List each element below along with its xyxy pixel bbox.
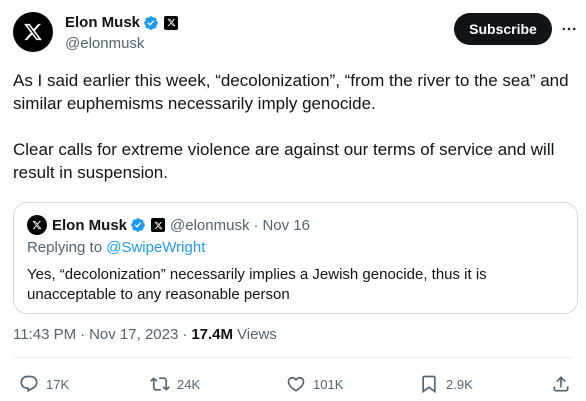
- like-count: 101K: [313, 376, 344, 392]
- author-handle[interactable]: @elonmusk: [65, 35, 178, 52]
- repost-count: 24K: [177, 376, 201, 392]
- views-label: Views: [237, 326, 277, 343]
- heart-icon: [287, 376, 305, 392]
- quoted-avatar: [27, 215, 47, 235]
- repost-button[interactable]: 24K: [150, 372, 200, 396]
- tweet-paragraph: Clear calls for extreme violence are aga…: [13, 140, 555, 182]
- x-logo-icon: [32, 220, 42, 230]
- author-block: Elon Musk @elonmusk: [65, 12, 179, 52]
- bookmark-button[interactable]: 2.9K: [419, 372, 473, 396]
- replying-to-prefix: Replying to: [27, 239, 107, 256]
- action-bar: 17K 24K 101K 2.9K: [13, 372, 573, 396]
- verified-badge-icon: [130, 217, 146, 233]
- x-logo-icon: [24, 23, 43, 41]
- quoted-date: Nov 16: [262, 216, 310, 234]
- bookmark-icon: [422, 375, 436, 394]
- share-icon: [553, 376, 569, 392]
- separator-dot: ·: [253, 216, 259, 234]
- x-affiliate-icon: [151, 218, 166, 232]
- avatar[interactable]: [13, 12, 53, 52]
- tweet-date[interactable]: Nov 17, 2023: [89, 326, 178, 343]
- views-count: 17.4M: [191, 326, 234, 343]
- divider: [13, 357, 573, 358]
- tweet-meta: 11:43 PM · Nov 17, 2023 · 17.4M Views: [13, 326, 277, 343]
- tweet-text: As I said earlier this week, “decoloniza…: [13, 69, 573, 184]
- quoted-tweet-text: Yes, “decolonization” necessarily implie…: [27, 266, 487, 303]
- separator-dot: ·: [80, 326, 86, 343]
- replying-to-link[interactable]: @SwipeWright: [106, 239, 205, 256]
- quoted-handle: @elonmusk: [170, 216, 250, 234]
- author-display-name[interactable]: Elon Musk: [65, 14, 140, 31]
- quoted-tweet-card[interactable]: Elon Musk @elonmusk · Nov 16 Replying to…: [13, 202, 578, 314]
- tweet-paragraph: As I said earlier this week, “decoloniza…: [13, 71, 569, 113]
- replying-to-line: Replying to @SwipeWright: [27, 239, 205, 256]
- more-options-icon[interactable]: [558, 18, 580, 40]
- bookmark-count: 2.9K: [446, 376, 473, 392]
- tweet-time[interactable]: 11:43 PM: [13, 326, 76, 343]
- quoted-display-name: Elon Musk: [52, 216, 128, 234]
- reply-button[interactable]: 17K: [19, 372, 69, 396]
- reply-count: 17K: [46, 376, 70, 392]
- verified-badge-icon[interactable]: [143, 15, 159, 31]
- share-button[interactable]: [551, 372, 571, 396]
- subscribe-button[interactable]: Subscribe: [454, 13, 552, 45]
- x-affiliate-icon[interactable]: [164, 15, 179, 30]
- quoted-tweet-header: Elon Musk @elonmusk · Nov 16: [27, 215, 310, 235]
- tweet-header: Elon Musk @elonmusk Subscribe: [13, 12, 576, 56]
- like-button[interactable]: 101K: [286, 372, 343, 396]
- separator-dot: ·: [182, 326, 188, 343]
- repost-icon: [150, 377, 170, 391]
- reply-icon: [20, 375, 38, 393]
